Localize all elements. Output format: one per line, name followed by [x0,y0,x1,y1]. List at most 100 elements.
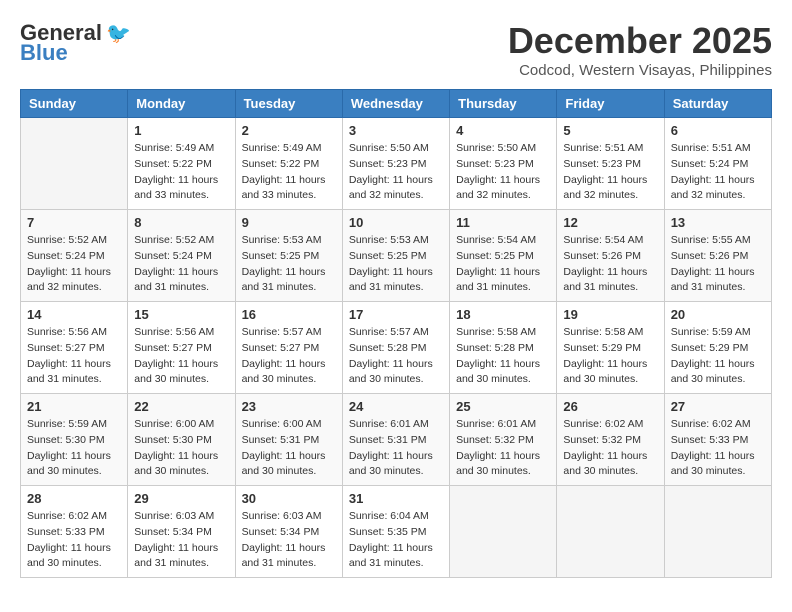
table-row: 30 Sunrise: 6:03 AMSunset: 5:34 PMDayligh… [235,486,342,578]
header-thursday: Thursday [450,90,557,118]
day-info: Sunrise: 6:02 AMSunset: 5:32 PMDaylight:… [563,417,657,480]
logo-blue-text: Blue [20,40,68,66]
day-number: 22 [134,399,228,414]
calendar-header-row: Sunday Monday Tuesday Wednesday Thursday… [21,90,772,118]
table-row: 17 Sunrise: 5:57 AMSunset: 5:28 PMDayligh… [342,302,449,394]
day-number: 14 [27,307,121,322]
day-info: Sunrise: 6:00 AMSunset: 5:31 PMDaylight:… [242,417,336,480]
logo: General 🐦 Blue [20,20,131,66]
day-number: 5 [563,123,657,138]
day-number: 18 [456,307,550,322]
table-row: 21 Sunrise: 5:59 AMSunset: 5:30 PMDayligh… [21,394,128,486]
header-saturday: Saturday [664,90,771,118]
table-row: 25 Sunrise: 6:01 AMSunset: 5:32 PMDayligh… [450,394,557,486]
day-info: Sunrise: 5:55 AMSunset: 5:26 PMDaylight:… [671,233,765,296]
day-info: Sunrise: 5:54 AMSunset: 5:26 PMDaylight:… [563,233,657,296]
day-number: 20 [671,307,765,322]
calendar-week-row: 28 Sunrise: 6:02 AMSunset: 5:33 PMDayligh… [21,486,772,578]
table-row: 15 Sunrise: 5:56 AMSunset: 5:27 PMDayligh… [128,302,235,394]
table-row [664,486,771,578]
day-number: 4 [456,123,550,138]
day-info: Sunrise: 6:01 AMSunset: 5:31 PMDaylight:… [349,417,443,480]
day-number: 12 [563,215,657,230]
table-row: 6 Sunrise: 5:51 AMSunset: 5:24 PMDaylight… [664,118,771,210]
month-title: December 2025 [508,20,772,62]
table-row: 28 Sunrise: 6:02 AMSunset: 5:33 PMDayligh… [21,486,128,578]
day-info: Sunrise: 5:57 AMSunset: 5:27 PMDaylight:… [242,325,336,388]
day-info: Sunrise: 6:01 AMSunset: 5:32 PMDaylight:… [456,417,550,480]
location-subtitle: Codcod, Western Visayas, Philippines [508,62,772,79]
day-number: 29 [134,491,228,506]
day-number: 17 [349,307,443,322]
day-info: Sunrise: 5:57 AMSunset: 5:28 PMDaylight:… [349,325,443,388]
day-info: Sunrise: 5:58 AMSunset: 5:29 PMDaylight:… [563,325,657,388]
header-tuesday: Tuesday [235,90,342,118]
table-row: 23Sunrise: 6:00 AMSunset: 5:31 PMDayligh… [235,394,342,486]
day-info: Sunrise: 5:50 AMSunset: 5:23 PMDaylight:… [456,141,550,204]
day-info: Sunrise: 5:58 AMSunset: 5:28 PMDaylight:… [456,325,550,388]
day-info: Sunrise: 5:53 AMSunset: 5:25 PMDaylight:… [242,233,336,296]
day-number: 24 [349,399,443,414]
day-info: Sunrise: 6:03 AMSunset: 5:34 PMDaylight:… [134,509,228,572]
day-number: 26 [563,399,657,414]
day-info: Sunrise: 5:51 AMSunset: 5:24 PMDaylight:… [671,141,765,204]
day-info: Sunrise: 6:02 AMSunset: 5:33 PMDaylight:… [27,509,121,572]
day-info: Sunrise: 5:49 AMSunset: 5:22 PMDaylight:… [242,141,336,204]
day-info: Sunrise: 5:56 AMSunset: 5:27 PMDaylight:… [27,325,121,388]
day-info: Sunrise: 5:59 AMSunset: 5:30 PMDaylight:… [27,417,121,480]
day-number: 1 [134,123,228,138]
day-number: 21 [27,399,121,414]
day-info: Sunrise: 6:00 AMSunset: 5:30 PMDaylight:… [134,417,228,480]
day-info: Sunrise: 6:03 AMSunset: 5:34 PMDaylight:… [242,509,336,572]
day-number: 3 [349,123,443,138]
table-row: 16 Sunrise: 5:57 AMSunset: 5:27 PMDayligh… [235,302,342,394]
table-row: 18 Sunrise: 5:58 AMSunset: 5:28 PMDayligh… [450,302,557,394]
table-row: 19 Sunrise: 5:58 AMSunset: 5:29 PMDayligh… [557,302,664,394]
table-row [450,486,557,578]
day-number: 16 [242,307,336,322]
day-info: Sunrise: 5:53 AMSunset: 5:25 PMDaylight:… [349,233,443,296]
day-info: Sunrise: 5:54 AMSunset: 5:25 PMDaylight:… [456,233,550,296]
table-row: 11 Sunrise: 5:54 AMSunset: 5:25 PMDayligh… [450,210,557,302]
day-number: 15 [134,307,228,322]
day-number: 9 [242,215,336,230]
table-row: 8Sunrise: 5:52 AMSunset: 5:24 PMDaylight… [128,210,235,302]
calendar-week-row: 21 Sunrise: 5:59 AMSunset: 5:30 PMDayligh… [21,394,772,486]
table-row: 2Sunrise: 5:49 AMSunset: 5:22 PMDaylight… [235,118,342,210]
day-number: 7 [27,215,121,230]
day-number: 25 [456,399,550,414]
day-number: 27 [671,399,765,414]
table-row: 24 Sunrise: 6:01 AMSunset: 5:31 PMDayligh… [342,394,449,486]
day-number: 19 [563,307,657,322]
header-wednesday: Wednesday [342,90,449,118]
table-row [557,486,664,578]
day-info: Sunrise: 5:56 AMSunset: 5:27 PMDaylight:… [134,325,228,388]
title-area: December 2025 Codcod, Western Visayas, P… [508,20,772,79]
table-row: 9 Sunrise: 5:53 AMSunset: 5:25 PMDaylight… [235,210,342,302]
calendar-week-row: 7Sunrise: 5:52 AMSunset: 5:24 PMDaylight… [21,210,772,302]
day-number: 28 [27,491,121,506]
calendar-week-row: 14 Sunrise: 5:56 AMSunset: 5:27 PMDayligh… [21,302,772,394]
day-info: Sunrise: 5:51 AMSunset: 5:23 PMDaylight:… [563,141,657,204]
table-row: 20Sunrise: 5:59 AMSunset: 5:29 PMDayligh… [664,302,771,394]
logo-bird-icon: 🐦 [106,21,131,46]
day-number: 31 [349,491,443,506]
day-number: 8 [134,215,228,230]
day-info: Sunrise: 5:50 AMSunset: 5:23 PMDaylight:… [349,141,443,204]
table-row [21,118,128,210]
header-monday: Monday [128,90,235,118]
calendar-table: Sunday Monday Tuesday Wednesday Thursday… [20,89,772,578]
day-number: 30 [242,491,336,506]
table-row: 29 Sunrise: 6:03 AMSunset: 5:34 PMDayligh… [128,486,235,578]
table-row: 10 Sunrise: 5:53 AMSunset: 5:25 PMDayligh… [342,210,449,302]
table-row: 27Sunrise: 6:02 AMSunset: 5:33 PMDayligh… [664,394,771,486]
table-row: 26 Sunrise: 6:02 AMSunset: 5:32 PMDayligh… [557,394,664,486]
table-row: 13Sunrise: 5:55 AMSunset: 5:26 PMDayligh… [664,210,771,302]
table-row: 31Sunrise: 6:04 AMSunset: 5:35 PMDayligh… [342,486,449,578]
day-number: 11 [456,215,550,230]
day-number: 10 [349,215,443,230]
day-info: Sunrise: 5:49 AMSunset: 5:22 PMDaylight:… [134,141,228,204]
table-row: 12 Sunrise: 5:54 AMSunset: 5:26 PMDayligh… [557,210,664,302]
table-row: 5 Sunrise: 5:51 AMSunset: 5:23 PMDaylight… [557,118,664,210]
day-number: 6 [671,123,765,138]
